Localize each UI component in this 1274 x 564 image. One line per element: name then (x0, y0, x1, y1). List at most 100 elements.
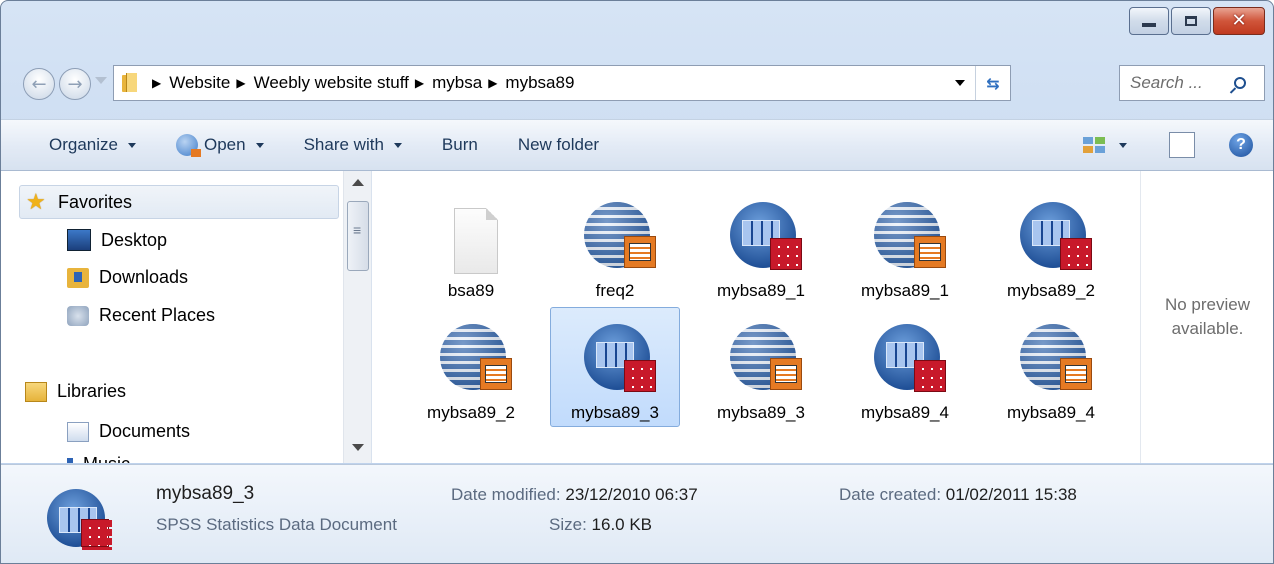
chevron-down-icon (127, 142, 136, 148)
folder-icon (122, 73, 140, 93)
maximize-button[interactable] (1171, 7, 1211, 35)
nav-label-desktop: Desktop (101, 229, 168, 250)
new-folder-button[interactable]: New folder (518, 135, 599, 155)
file-item[interactable]: mybsa89_1 (696, 185, 826, 305)
file-name: mybsa89_1 (717, 281, 805, 300)
maximize-icon (1185, 16, 1197, 26)
spss-output-icon (874, 198, 946, 276)
breadcrumb-mybsa89[interactable]: mybsa89 (505, 73, 574, 93)
address-bar-controls: ⇆ (955, 66, 1010, 100)
details-date-modified: Date modified: 23/12/2010 06:37 (451, 485, 698, 505)
explorer-window: ✕ ← → ▶ Website ▶ Weebly website stuff ▶… (0, 0, 1274, 564)
details-file-name: mybsa89_3 (156, 483, 255, 504)
nav-label-libraries: Libraries (57, 381, 127, 401)
preview-pane-toggle-icon[interactable] (1169, 132, 1195, 158)
file-item[interactable]: mybsa89_1 (840, 185, 970, 305)
nav-label-favorites: Favorites (58, 191, 133, 212)
date-created-label: Date created: (839, 485, 942, 504)
forward-button[interactable]: → (59, 68, 91, 100)
file-name: mybsa89_3 (571, 403, 659, 422)
crumb-separator-icon[interactable]: ▶ (152, 76, 161, 90)
nav-item-desktop[interactable]: Desktop (67, 229, 167, 251)
organize-button[interactable]: Organize (49, 135, 136, 155)
minimize-icon (1142, 23, 1156, 27)
burn-label: Burn (441, 135, 478, 154)
chevron-down-icon (393, 142, 402, 148)
new-folder-label: New folder (517, 135, 600, 154)
file-item[interactable]: freq2 (550, 185, 680, 305)
address-history-dropdown-icon[interactable] (955, 80, 965, 86)
spss-data-icon (874, 320, 946, 398)
nav-item-music[interactable]: Music (67, 454, 130, 463)
nav-label-downloads: Downloads (99, 267, 189, 287)
crumb-separator-icon[interactable]: ▶ (415, 76, 424, 90)
back-button[interactable]: ← (23, 68, 55, 100)
nav-scrollbar[interactable] (343, 171, 371, 463)
scroll-up-icon[interactable] (352, 179, 364, 186)
details-file-type: SPSS Statistics Data Document (156, 515, 397, 534)
music-icon (67, 457, 73, 463)
date-created-value: 01/02/2011 15:38 (945, 485, 1077, 504)
search-icon[interactable] (1234, 77, 1246, 89)
file-list: bsa89 freq2 mybsa89_1 mybsa89_1 mybsa89_… (372, 171, 1140, 463)
file-name: freq2 (595, 281, 635, 300)
share-with-label: Share with (303, 135, 384, 154)
file-name: mybsa89_4 (861, 403, 949, 422)
spss-data-icon (584, 320, 656, 398)
scroll-down-icon[interactable] (352, 444, 364, 451)
change-view-icon[interactable] (1083, 137, 1105, 153)
spss-data-icon (730, 198, 802, 276)
close-button[interactable]: ✕ (1213, 7, 1265, 35)
scroll-thumb[interactable] (347, 201, 369, 271)
preview-pane: No preview available. (1140, 171, 1273, 463)
forward-arrow-icon: → (67, 73, 83, 95)
file-item[interactable]: mybsa89_4 (986, 307, 1116, 427)
breadcrumb-mybsa[interactable]: mybsa (432, 73, 482, 93)
views-dropdown-icon[interactable] (1119, 142, 1127, 148)
file-name: mybsa89_2 (1007, 281, 1095, 300)
breadcrumb-website[interactable]: Website (169, 73, 230, 93)
open-label: Open (203, 135, 246, 154)
file-item[interactable]: mybsa89_4 (840, 307, 970, 427)
breadcrumb-weebly[interactable]: Weebly website stuff (254, 73, 409, 93)
file-item[interactable]: mybsa89_2 (986, 185, 1116, 305)
file-item[interactable]: mybsa89_2 (406, 307, 536, 427)
size-label: Size: (549, 515, 587, 534)
preview-message: No preview available. (1164, 295, 1251, 338)
caption-buttons: ✕ (1127, 7, 1265, 35)
nav-label-music: Music (83, 454, 130, 463)
nav-label-recent-places: Recent Places (99, 305, 216, 325)
file-item-selected[interactable]: mybsa89_3 (550, 307, 680, 427)
back-arrow-icon: ← (31, 73, 47, 95)
view-controls: ? (1083, 132, 1253, 158)
file-item[interactable]: bsa89 (406, 185, 536, 305)
open-button[interactable]: Open (175, 134, 264, 157)
file-name: mybsa89_2 (427, 403, 515, 422)
file-item[interactable]: mybsa89_3 (696, 307, 826, 427)
size-value: 16.0 KB (591, 515, 653, 534)
help-icon[interactable]: ? (1229, 133, 1253, 157)
nav-item-recent-places[interactable]: Recent Places (67, 305, 215, 326)
date-modified-value: 23/12/2010 06:37 (565, 485, 698, 504)
search-box[interactable] (1119, 65, 1265, 101)
minimize-button[interactable] (1129, 7, 1169, 35)
burn-button[interactable]: Burn (442, 135, 478, 155)
crumb-separator-icon[interactable]: ▶ (488, 76, 497, 90)
nav-item-libraries[interactable]: Libraries (25, 381, 126, 402)
spss-data-icon (47, 483, 117, 555)
nav-item-documents[interactable]: Documents (67, 421, 190, 442)
search-input[interactable] (1130, 73, 1226, 93)
address-bar[interactable]: ▶ Website ▶ Weebly website stuff ▶ mybsa… (113, 65, 1011, 101)
refresh-icon: ⇆ (986, 73, 1000, 93)
share-with-button[interactable]: Share with (304, 135, 402, 155)
recent-pages-dropdown[interactable] (95, 77, 107, 84)
nav-item-downloads[interactable]: Downloads (67, 267, 188, 288)
spss-output-icon (730, 320, 802, 398)
crumb-separator-icon[interactable]: ▶ (236, 76, 245, 90)
nav-item-favorites[interactable]: ★ Favorites (19, 185, 339, 219)
spss-output-icon (440, 320, 512, 398)
details-date-created: Date created: 01/02/2011 15:38 (839, 485, 1077, 505)
spss-open-icon (175, 134, 201, 157)
recent-places-icon (67, 305, 89, 326)
refresh-button[interactable]: ⇆ (975, 66, 1010, 100)
